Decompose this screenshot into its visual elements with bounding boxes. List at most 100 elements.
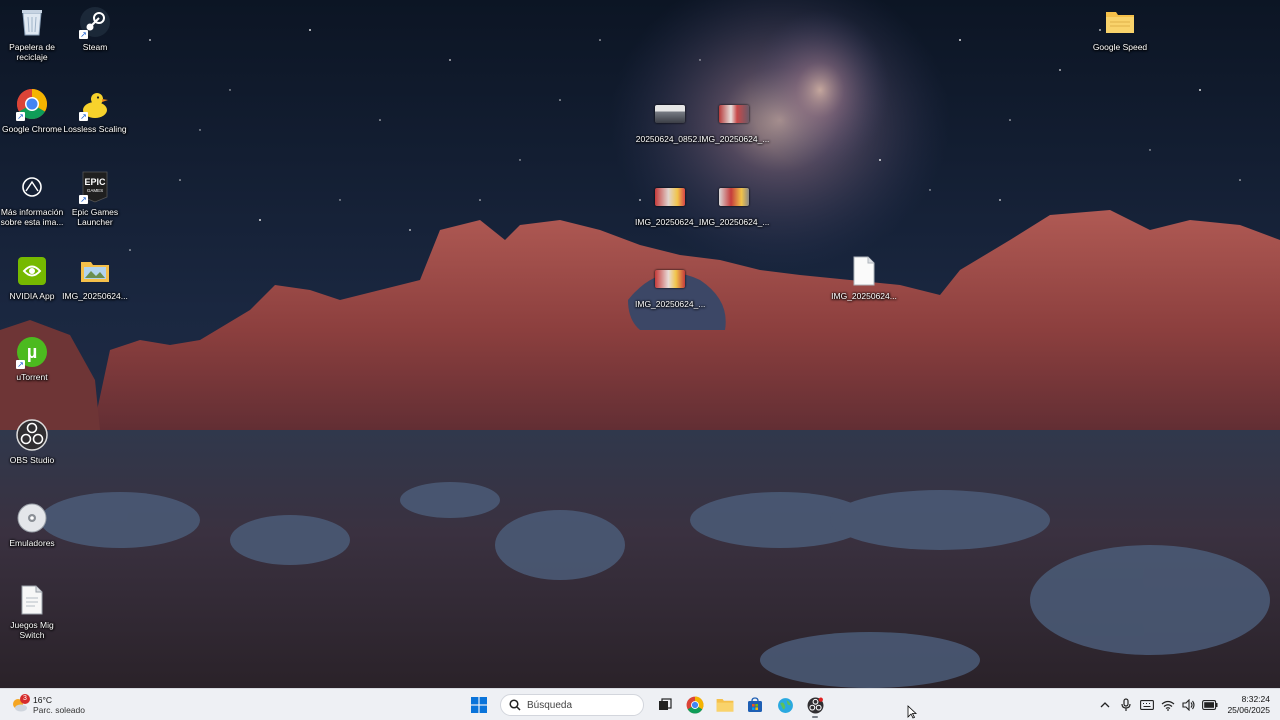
desktop-icon-label: IMG_20250624_...: [699, 134, 770, 144]
utorrent-icon: µ ↗: [15, 335, 49, 369]
desktop-icon-steam[interactable]: ↗ Steam: [63, 5, 127, 52]
duck-icon: ↗: [78, 87, 112, 121]
desktop-icon-image-file[interactable]: IMG_20250624_...: [635, 180, 706, 227]
steam-icon: ↗: [78, 5, 112, 39]
recycle-bin-icon: [15, 5, 49, 39]
desktop-icon-epic-games-launcher[interactable]: EPIC GAMES ↗ Epic Games Launcher: [63, 170, 127, 227]
image-thumbnail-icon: [717, 180, 751, 214]
info-camera-icon: [15, 170, 49, 204]
nvidia-icon: [15, 254, 49, 288]
image-thumbnail-icon: [78, 254, 112, 288]
image-thumbnail-icon: [653, 180, 687, 214]
volume-icon: [1182, 699, 1196, 711]
wifi-icon: [1162, 700, 1175, 711]
desktop-icon-more-info[interactable]: Más información sobre esta ima...: [0, 170, 64, 227]
desktop-icon-image-file[interactable]: IMG_20250624_...: [699, 97, 770, 144]
system-tray: 8:32:24 25/06/2025: [1097, 692, 1270, 718]
search-input[interactable]: [527, 699, 637, 711]
desktop-icon-label: Google Chrome: [1, 124, 62, 134]
taskbar-center: [466, 692, 828, 718]
shortcut-arrow-icon: ↗: [79, 30, 88, 39]
keyboard-button[interactable]: [1139, 697, 1155, 713]
clock-time: 8:32:24: [1241, 694, 1270, 704]
shortcut-arrow-icon: ↗: [79, 112, 88, 121]
taskbar-app-obs[interactable]: [802, 692, 828, 718]
taskbar-clock[interactable]: 8:32:24 25/06/2025: [1227, 694, 1270, 716]
desktop-icon-label: IMG_20250624_...: [635, 299, 706, 309]
taskbar-app-file-explorer[interactable]: [712, 692, 738, 718]
weather-temperature: 16°C: [33, 695, 52, 705]
desktop-icon-label: Emuladores: [9, 538, 55, 548]
image-thumbnail-icon: [653, 97, 687, 131]
wifi-button[interactable]: [1160, 697, 1176, 713]
start-icon: [471, 697, 487, 713]
taskbar-app-chrome[interactable]: [682, 692, 708, 718]
chevron-up-icon: [1100, 702, 1110, 708]
battery-button[interactable]: [1202, 697, 1218, 713]
desktop-icon-google-speed[interactable]: Google Speed: [1088, 5, 1152, 52]
desktop-icon-img-folder[interactable]: IMG_20250624...: [62, 254, 128, 301]
desktop-icon-google-chrome[interactable]: ↗ Google Chrome: [0, 87, 64, 134]
notification-badge: 3: [20, 694, 30, 704]
epic-games-icon: EPIC GAMES ↗: [78, 170, 112, 204]
image-thumbnail-icon: [717, 97, 751, 131]
store-icon: [748, 697, 762, 712]
desktop-icon-juegos-mig-switch[interactable]: Juegos Mig Switch: [0, 583, 64, 640]
desktop-icon-label: Steam: [82, 42, 108, 52]
desktop-icon-image-file[interactable]: IMG_20250624_...: [635, 262, 706, 309]
task-view-icon: [659, 698, 672, 710]
globe-app-icon: [777, 697, 793, 713]
obs-icon: [15, 418, 49, 452]
desktop-icon-image-file[interactable]: 20250624_0852...: [636, 97, 704, 144]
document-icon: [847, 254, 881, 288]
desktop-icon-label: uTorrent: [16, 372, 48, 382]
start-button[interactable]: [466, 692, 492, 718]
battery-icon: [1202, 700, 1218, 710]
svg-text:µ: µ: [27, 342, 37, 362]
microphone-icon: [1121, 698, 1132, 711]
desktop-icon-label: IMG_20250624...: [831, 291, 897, 301]
image-thumbnail-icon: [653, 262, 687, 296]
desktop-icon-utorrent[interactable]: µ ↗ uTorrent: [0, 335, 64, 382]
chrome-icon: ↗: [15, 87, 49, 121]
document-icon: [15, 583, 49, 617]
desktop-icon-label: Epic Games Launcher: [71, 207, 119, 227]
taskbar-search[interactable]: [500, 694, 644, 716]
microphone-button[interactable]: [1118, 697, 1134, 713]
weather-condition: Parc. soleado: [33, 705, 85, 715]
keyboard-icon: [1140, 700, 1155, 710]
obs-icon: [807, 697, 823, 713]
weather-sun-icon: 3: [10, 694, 30, 714]
chrome-icon: [686, 696, 704, 714]
search-icon: [509, 699, 521, 711]
desktop-icon-label: IMG_20250624_...: [699, 217, 770, 227]
desktop-icon-label: NVIDIA App: [9, 291, 55, 301]
desktop-icon-label: Más información sobre esta ima...: [0, 207, 64, 227]
shortcut-arrow-icon: ↗: [16, 360, 25, 369]
taskbar: 3 16°C Parc. soleado Búsqueda 8:32:24 25…: [0, 688, 1280, 720]
desktop-icon-emuladores[interactable]: Emuladores: [0, 501, 64, 548]
running-indicator: [812, 716, 818, 718]
desktop-icon-obs-studio[interactable]: OBS Studio: [0, 418, 64, 465]
desktop-icon-label: Juegos Mig Switch: [10, 620, 54, 640]
svg-text:GAMES: GAMES: [87, 188, 103, 193]
taskbar-app-globe[interactable]: [772, 692, 798, 718]
weather-widget[interactable]: 3 16°C Parc. soleado: [10, 693, 85, 717]
folder-icon: [1103, 5, 1137, 39]
svg-text:EPIC: EPIC: [84, 177, 106, 187]
shortcut-arrow-icon: ↗: [79, 195, 88, 204]
desktop-icon-label: IMG_20250624_...: [635, 217, 706, 227]
taskbar-app-store[interactable]: [742, 692, 768, 718]
desktop-icon-lossless-scaling[interactable]: ↗ Lossless Scaling: [63, 87, 127, 134]
desktop-icon-recycle-bin[interactable]: Papelera de reciclaje: [0, 5, 64, 62]
desktop-icon-document-file[interactable]: IMG_20250624...: [831, 254, 897, 301]
show-hidden-icons-button[interactable]: [1097, 697, 1113, 713]
weather-text: 16°C Parc. soleado: [33, 695, 85, 715]
volume-button[interactable]: [1181, 697, 1197, 713]
desktop-icon-label: OBS Studio: [9, 455, 55, 465]
desktop-icon-image-file[interactable]: IMG_20250624_...: [699, 180, 770, 227]
task-view-button[interactable]: [652, 692, 678, 718]
shortcut-arrow-icon: ↗: [16, 112, 25, 121]
desktop-icon-label: Papelera de reciclaje: [9, 42, 55, 62]
desktop-icon-nvidia-app[interactable]: NVIDIA App: [0, 254, 64, 301]
